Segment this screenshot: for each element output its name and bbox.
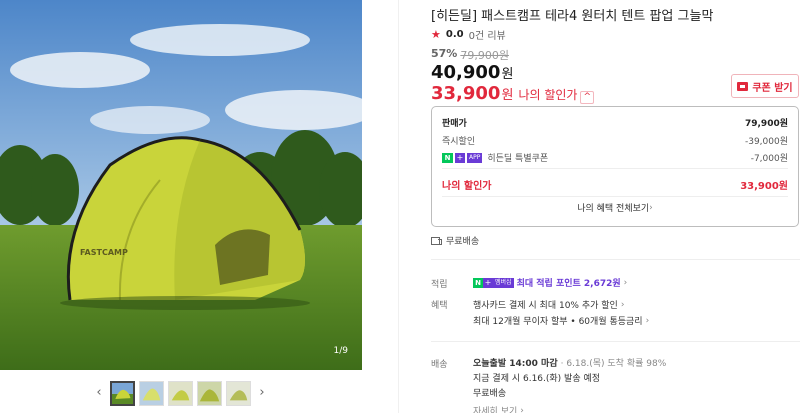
naver-n-badge: N (442, 152, 453, 163)
breakdown-row-hidden-deal-coupon: N + APP 히든딜 특별쿠폰 -7,000원 (442, 151, 788, 164)
benefits-section-label: 혜택 (431, 301, 448, 311)
breakdown-row-instant-discount: 즉시할인 -39,000원 (442, 134, 788, 147)
benefit-line-installment[interactable]: 최대 12개월 무이자 할부 • 60개월 통등금리 › (473, 314, 650, 328)
section-divider (431, 341, 800, 342)
thumbnail-strip: ‹ › (92, 378, 270, 408)
benefit-text: 행사카드 결제 시 최대 10% 추가 할인 (473, 301, 618, 311)
delivery-details-label: 자세히 보기 (473, 407, 518, 413)
view-all-benefits-label: 나의 혜택 전체보기 (577, 204, 650, 214)
section-divider (431, 259, 800, 260)
star-icon: ★ (431, 28, 441, 41)
breakdown-total-label: 나의 할인가 (442, 181, 492, 192)
breakdown-total-value: 33,900원 (740, 181, 788, 192)
thumb-next-icon[interactable]: › (255, 378, 269, 408)
breakdown-label: 히든딜 특별쿠폰 (487, 154, 549, 164)
product-main-image[interactable]: FASTCAMP 1/9 (0, 0, 362, 370)
naver-n-icon: N (473, 277, 483, 288)
delivery-section-label: 배송 (431, 360, 448, 370)
chevron-right-icon: › (620, 299, 625, 310)
app-badge: APP (467, 152, 483, 163)
delivery-details-link[interactable]: 자세히 보기 › (473, 404, 524, 413)
column-divider (398, 0, 399, 413)
membership-label: 멤버십 (493, 277, 514, 288)
thumbnail-3[interactable] (168, 380, 193, 406)
breakdown-value: 79,900원 (744, 119, 788, 129)
my-price-unit: 원 (501, 88, 514, 103)
max-points-text: 최대 적립 포인트 2,672원 (516, 279, 621, 289)
breakdown-value: -39,000원 (744, 137, 788, 147)
my-price-value: 33,900 (431, 83, 501, 104)
original-price: 79,900원 (460, 49, 509, 62)
points-line[interactable]: N + 멤버십 최대 적립 포인트 2,672원 › (473, 276, 627, 289)
free-shipping-row: 무료배송 (431, 234, 479, 247)
benefit-text: 최대 12개월 무이자 할부 • 60개월 통등금리 (473, 317, 643, 327)
coupon-button-label: 쿠폰 받기 (752, 82, 793, 94)
breakdown-divider (442, 168, 788, 169)
breakdown-value: -7,000원 (750, 154, 788, 164)
discount-rate: 57% (431, 47, 458, 60)
sale-price-value: 40,900 (431, 62, 501, 83)
delivery-line-2: 지금 결제 시 6.16.(화) 발송 예정 (473, 374, 601, 384)
points-section-label: 적립 (431, 280, 448, 290)
chevron-right-icon: › (645, 315, 650, 326)
delivery-cutoff: 오늘출발 14:00 마감 (473, 359, 558, 369)
chevron-right-icon: › (649, 202, 653, 213)
tent-photo: FASTCAMP (0, 0, 362, 370)
view-all-benefits-button[interactable]: 나의 혜택 전체보기 › (442, 196, 788, 218)
coupon-download-button[interactable]: 쿠폰 받기 (731, 74, 799, 98)
thumbnail-5[interactable] (226, 380, 251, 406)
thumbnail-2[interactable] (139, 380, 164, 406)
thumbnail-1[interactable] (110, 380, 135, 406)
price-breakdown-panel: 판매가 79,900원 즉시할인 -39,000원 N + APP 히든딜 특별… (431, 106, 799, 227)
sale-price: 40,900 원 (431, 62, 513, 83)
membership-badge: N + 멤버십 (473, 277, 514, 288)
plus-badge: + (455, 152, 465, 163)
tent-brand-print: FASTCAMP (80, 248, 128, 257)
my-discount-price: 33,900 원 나의 할인가 ^ (431, 83, 594, 104)
delivery-line-1: 오늘출발 14:00 마감 · 6.18.(목) 도착 확률 98% (473, 356, 666, 369)
plus-icon: + (483, 277, 493, 288)
breakdown-row-total: 나의 할인가 33,900원 (442, 177, 788, 192)
breakdown-label: 즉시할인 (442, 137, 476, 147)
sale-price-unit: 원 (501, 67, 514, 82)
discount-row: 57% 79,900원 (431, 47, 509, 63)
product-title: [히든딜] 패스트캠프 테라4 원터치 텐트 팝업 그늘막 (431, 9, 714, 24)
collapse-caret-icon[interactable]: ^ (580, 91, 594, 104)
rating-score: 0.0 (445, 29, 464, 40)
thumbnail-4[interactable] (197, 380, 222, 406)
benefit-line-card-discount[interactable]: 행사카드 결제 시 최대 10% 추가 할인 › (473, 298, 625, 312)
breakdown-row-list-price: 판매가 79,900원 (442, 116, 788, 129)
image-counter: 1/9 (333, 346, 348, 356)
chevron-right-icon: › (520, 405, 524, 413)
delivery-arrival: · 6.18.(목) 도착 확률 98% (560, 359, 667, 369)
my-price-label: 나의 할인가 (518, 88, 578, 102)
review-count-link[interactable]: 0건 리뷰 (469, 27, 506, 42)
delivery-line-3: 무료배송 (473, 389, 507, 399)
truck-icon (431, 236, 442, 245)
free-shipping-label: 무료배송 (446, 237, 480, 247)
thumb-prev-icon[interactable]: ‹ (92, 378, 106, 408)
breakdown-label: 판매가 (442, 119, 467, 129)
chevron-right-icon: › (623, 277, 628, 288)
rating-row: ★ 0.0 0건 리뷰 (431, 27, 506, 42)
coupon-icon (737, 81, 749, 91)
